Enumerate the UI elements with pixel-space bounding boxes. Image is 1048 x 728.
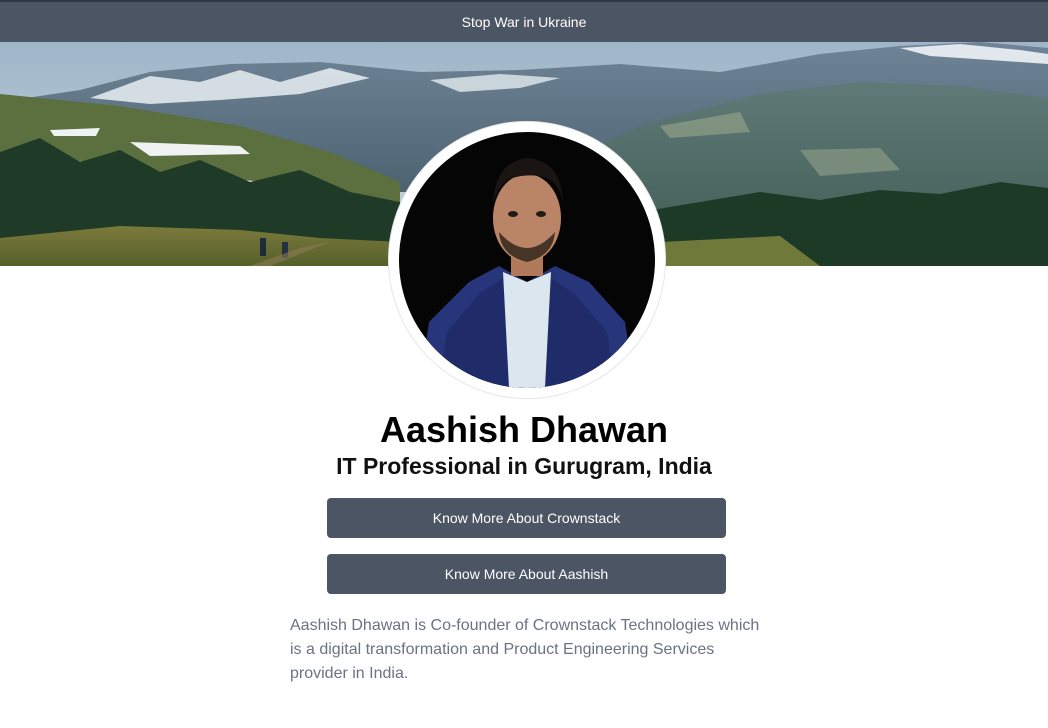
profile-avatar	[389, 122, 665, 398]
know-more-crownstack-label: Know More About Crownstack	[432, 510, 621, 526]
profile-page: Stop War in Ukraine Aashish Dhawan IT Pr…	[0, 0, 1048, 728]
profile-name: Aashish Dhawan	[379, 409, 669, 450]
know-more-aashish-button[interactable]: Know More About Aashish	[327, 554, 726, 594]
know-more-crownstack-button[interactable]: Know More About Crownstack	[327, 498, 726, 538]
profile-headline: IT Professional in Gurugram, India	[336, 453, 712, 479]
profile-bio: Aashish Dhawan is Co-founder of Crownsta…	[290, 617, 760, 682]
stop-war-banner-link[interactable]: Stop War in Ukraine	[0, 0, 1048, 42]
know-more-aashish-label: Know More About Aashish	[444, 566, 609, 582]
banner-text: Stop War in Ukraine	[461, 14, 587, 30]
profile-photo	[399, 132, 655, 388]
